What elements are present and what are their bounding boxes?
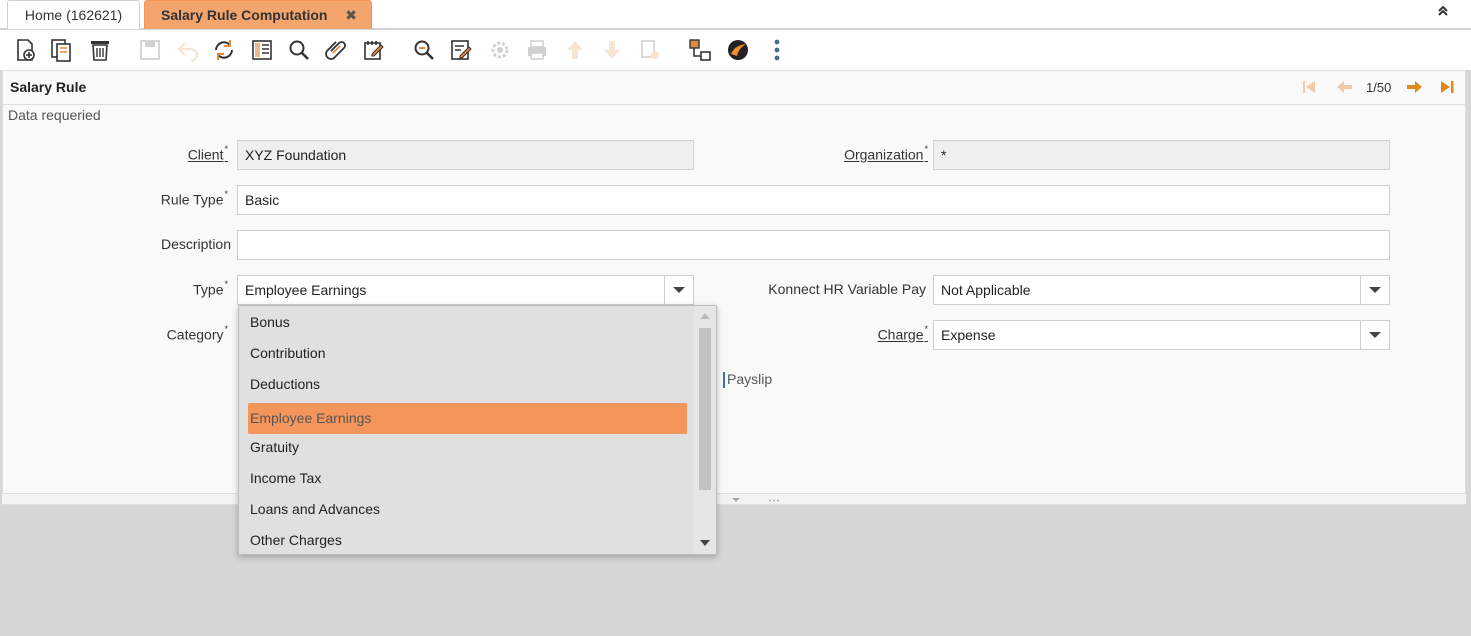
status-message: Data requeried xyxy=(8,107,101,123)
last-record-icon[interactable] xyxy=(1439,79,1455,98)
option-deductions[interactable]: Deductions xyxy=(248,369,687,400)
option-bonus[interactable]: Bonus xyxy=(248,307,687,338)
next-record-icon[interactable] xyxy=(1406,79,1424,98)
payslip-checkbox[interactable]: Payslip xyxy=(723,371,773,389)
product-info-icon[interactable] xyxy=(724,36,752,64)
option-loans-and-advances[interactable]: Loans and Advances xyxy=(248,494,687,525)
chevron-down-icon[interactable] xyxy=(1360,276,1389,304)
option-gratuity[interactable]: Gratuity xyxy=(248,432,687,463)
scroll-down-icon[interactable] xyxy=(700,540,710,546)
undo-icon[interactable] xyxy=(174,36,202,64)
zoom-icon[interactable] xyxy=(410,36,438,64)
rule-type-field[interactable]: Basic xyxy=(237,185,1390,215)
category-label: Category* xyxy=(166,324,228,343)
charge-select[interactable]: Expense xyxy=(933,320,1390,350)
detail-area xyxy=(0,505,1471,636)
organization-label[interactable]: Organization* xyxy=(844,144,928,163)
payslip-label: Payslip xyxy=(727,371,773,387)
delete-icon[interactable] xyxy=(86,36,114,64)
copy-record-icon[interactable] xyxy=(47,36,75,64)
save-icon[interactable] xyxy=(136,36,164,64)
double-chevron-up-icon[interactable] xyxy=(1437,4,1449,20)
record-position: 1/50 xyxy=(1366,80,1392,95)
workflow-icon[interactable] xyxy=(686,36,714,64)
first-record-icon[interactable] xyxy=(1301,79,1317,98)
print-icon[interactable] xyxy=(523,36,551,64)
variable-pay-select[interactable]: Not Applicable xyxy=(933,275,1390,305)
option-employee-earnings[interactable]: Employee Earnings xyxy=(248,403,687,434)
panel-splitter[interactable] xyxy=(2,493,1466,505)
tab-salary-rule-computation[interactable]: Salary Rule Computation ✖ xyxy=(144,0,372,29)
option-contribution[interactable]: Contribution xyxy=(248,338,687,369)
charge-label[interactable]: Charge* xyxy=(878,324,928,343)
close-icon[interactable]: ✖ xyxy=(345,1,357,30)
attachment-icon[interactable] xyxy=(322,36,350,64)
option-other-charges[interactable]: Other Charges xyxy=(248,525,687,554)
type-value: Employee Earnings xyxy=(245,282,367,298)
toolbar xyxy=(0,30,1471,70)
new-record-icon[interactable] xyxy=(11,36,39,64)
process-icon[interactable] xyxy=(486,36,514,64)
find-icon[interactable] xyxy=(285,36,313,64)
type-dropdown-list[interactable]: Bonus Contribution Deductions Employee E… xyxy=(238,305,717,555)
variable-pay-value: Not Applicable xyxy=(941,282,1031,298)
client-field: XYZ Foundation xyxy=(237,140,694,170)
client-label[interactable]: Client* xyxy=(188,144,228,163)
description-label: Description xyxy=(160,236,231,252)
chevron-down-icon[interactable] xyxy=(664,276,693,304)
option-income-tax[interactable]: Income Tax xyxy=(248,463,687,494)
scroll-up-icon[interactable] xyxy=(700,313,710,319)
window-header: Salary Rule 1/50 xyxy=(3,71,1465,105)
variable-pay-label: Konnect HR Variable Pay xyxy=(768,281,926,297)
window-title: Salary Rule xyxy=(10,79,87,95)
refresh-icon[interactable] xyxy=(210,36,238,64)
archive-icon[interactable] xyxy=(636,36,664,64)
up-icon[interactable] xyxy=(561,36,589,64)
description-field[interactable] xyxy=(237,230,1390,260)
salary-rule-panel: Salary Rule 1/50 Data requeried Client* … xyxy=(2,70,1466,503)
tab-bar: Home (162621) Salary Rule Computation ✖ xyxy=(0,0,1471,29)
tab-home[interactable]: Home (162621) xyxy=(7,0,140,29)
scrollbar-thumb[interactable] xyxy=(699,328,711,490)
rule-type-label: Rule Type* xyxy=(160,189,228,208)
type-label: Type* xyxy=(193,279,228,298)
tab-label: Salary Rule Computation xyxy=(161,7,328,23)
chevron-down-icon[interactable] xyxy=(1360,321,1389,349)
grid-toggle-icon[interactable] xyxy=(248,36,276,64)
previous-record-icon[interactable] xyxy=(1335,79,1353,98)
note-icon[interactable] xyxy=(360,36,388,64)
report-icon[interactable] xyxy=(447,36,475,64)
dropdown-scrollbar[interactable] xyxy=(694,306,716,554)
type-select[interactable]: Employee Earnings xyxy=(237,275,694,305)
down-icon[interactable] xyxy=(598,36,626,64)
organization-field: * xyxy=(933,140,1390,170)
charge-value: Expense xyxy=(941,327,996,343)
more-icon[interactable] xyxy=(763,36,791,64)
